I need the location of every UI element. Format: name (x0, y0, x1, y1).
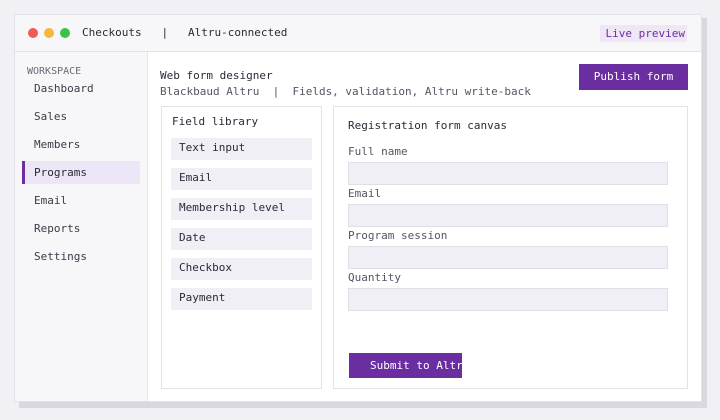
app-subtitle: Altru-connected (187, 26, 288, 39)
program-session-field[interactable] (348, 246, 668, 269)
quantity-field[interactable] (348, 288, 668, 311)
publish-form-button[interactable]: Publish form (579, 64, 688, 90)
form-canvas-title: Registration form canvas (348, 119, 507, 132)
window-title: Checkouts | Altru-connected (82, 26, 287, 39)
field-library-panel: Field library Text input Email Membershi… (161, 106, 322, 389)
library-item-checkbox[interactable]: Checkbox (171, 258, 312, 280)
sidebar-item-sales[interactable]: Sales (22, 105, 140, 128)
program-session-label: Program session (348, 229, 448, 242)
library-item-membership-level[interactable]: Membership level (171, 198, 312, 220)
app-window: Checkouts | Altru-connected Live preview… (14, 14, 702, 402)
main-content: Web form designer Blackbaud Altru | Fiel… (147, 52, 701, 401)
live-preview-badge[interactable]: Live preview (599, 25, 687, 42)
form-canvas-panel: Registration form canvas Full name Email… (333, 106, 688, 389)
title-separator: | (161, 26, 169, 39)
minimize-window-icon[interactable] (44, 28, 54, 38)
field-library-title: Field library (172, 115, 259, 128)
library-item-payment[interactable]: Payment (171, 288, 312, 310)
sidebar-item-programs[interactable]: Programs (22, 161, 140, 184)
page-subtitle: Blackbaud Altru | Fields, validation, Al… (160, 85, 531, 98)
email-label: Email (348, 187, 382, 200)
page-title: Web form designer (160, 69, 273, 82)
full-name-label: Full name (348, 145, 408, 158)
library-item-email[interactable]: Email (171, 168, 312, 190)
library-item-text-input[interactable]: Text input (171, 138, 312, 160)
sidebar-item-reports[interactable]: Reports (22, 217, 140, 240)
workspace-label: WORKSPACE (27, 66, 82, 77)
close-window-icon[interactable] (28, 28, 38, 38)
sidebar: WORKSPACE Dashboard Sales Members Progra… (15, 52, 147, 401)
full-name-field[interactable] (348, 162, 668, 185)
submit-to-altru-button[interactable]: Submit to Altru (349, 353, 462, 378)
library-item-date[interactable]: Date (171, 228, 312, 250)
sidebar-item-settings[interactable]: Settings (22, 245, 140, 268)
sidebar-item-dashboard[interactable]: Dashboard (22, 77, 140, 100)
title-bar: Checkouts | Altru-connected Live preview (15, 15, 701, 52)
app-name: Checkouts (82, 26, 142, 39)
quantity-label: Quantity (348, 271, 401, 284)
sidebar-item-email[interactable]: Email (22, 189, 140, 212)
sidebar-item-members[interactable]: Members (22, 133, 140, 156)
email-field[interactable] (348, 204, 668, 227)
maximize-window-icon[interactable] (60, 28, 70, 38)
